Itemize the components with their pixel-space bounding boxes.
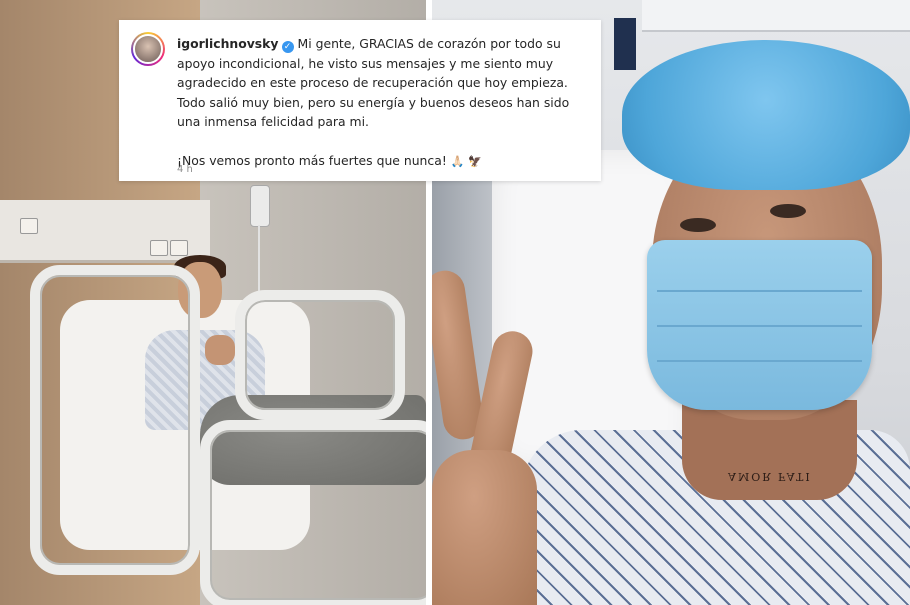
profile-avatar[interactable]	[131, 32, 165, 66]
mask-pleat	[657, 290, 862, 292]
instagram-caption-card: igorlichnovsky ✓ Mi gente, GRACIAS de cora…	[119, 20, 601, 181]
left-eye	[680, 218, 716, 232]
post-timestamp[interactable]: 4 h	[177, 164, 193, 175]
bed-foot-rail	[200, 420, 426, 605]
emoji-group: 🙏🏻 🦅	[450, 154, 482, 168]
palm	[432, 450, 537, 605]
iv-bag	[250, 185, 270, 227]
username-link[interactable]: igorlichnovsky	[177, 36, 279, 51]
right-eye	[770, 204, 806, 218]
bed-side-rail	[235, 290, 405, 420]
wall-outlet	[20, 218, 38, 234]
wall-sign	[614, 18, 636, 70]
mask-pleat	[657, 325, 862, 327]
caption-text: igorlichnovsky ✓ Mi gente, GRACIAS de cora…	[177, 34, 589, 171]
mask-pleat	[657, 360, 862, 362]
verified-badge-icon: ✓	[281, 41, 294, 53]
wall-outlet	[150, 240, 168, 256]
caption-paragraph-2: ¡Nos vemos pronto más fuertes que nunca!	[177, 152, 447, 168]
neck-tattoo: AMOR FATI	[728, 470, 812, 483]
caption-paragraph-2-row: ¡Nos vemos pronto más fuertes que nunca!…	[177, 151, 589, 172]
wall-outlet	[170, 240, 188, 256]
peace-sign-hand	[432, 268, 542, 605]
ceiling-fixture	[642, 0, 910, 32]
bed-side-rail	[30, 265, 200, 575]
avatar-image	[133, 34, 163, 64]
surgical-cap	[622, 40, 910, 190]
thumbs-up-hand	[205, 335, 235, 365]
